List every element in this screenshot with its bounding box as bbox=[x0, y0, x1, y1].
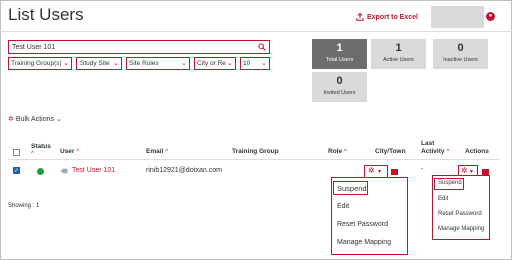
gear-icon: ✲ bbox=[8, 116, 14, 123]
page-title: List Users bbox=[8, 5, 84, 24]
stat-invited-users-label: Invited Users bbox=[323, 90, 356, 96]
stat-inactive-users-count: 0 bbox=[457, 42, 464, 54]
row-checkbox[interactable]: ✓ bbox=[13, 167, 20, 174]
user-profile-box[interactable] bbox=[431, 6, 484, 28]
role-actions-dropdown: Suspend Edit Reset Password Manage Mappi… bbox=[331, 177, 408, 255]
column-header-training-group: Training Group bbox=[232, 148, 279, 155]
column-header-last-activity[interactable]: Last Activity ^ bbox=[421, 140, 449, 156]
bulk-actions-label: Bulk Actions bbox=[15, 115, 55, 123]
menu-item-edit[interactable]: Edit bbox=[438, 196, 448, 202]
menu-item-suspend[interactable]: Suspend bbox=[337, 184, 367, 193]
site-roles-filter-value: Site Roles bbox=[129, 60, 159, 67]
stat-invited-users[interactable]: 0 Invited Users bbox=[312, 72, 367, 102]
chevron-down-icon[interactable]: ▾ bbox=[378, 168, 381, 175]
chevron-down-icon: ⌄ bbox=[63, 60, 69, 67]
sort-arrow-icon: ^ bbox=[446, 148, 450, 155]
chevron-down-icon: ⌄ bbox=[227, 60, 233, 67]
column-header-last-activity-line1: Last bbox=[421, 140, 435, 147]
chevron-down-icon: ⌄ bbox=[56, 116, 62, 123]
column-header-user[interactable]: User ^ bbox=[60, 148, 79, 155]
stat-total-users-count: 1 bbox=[336, 42, 343, 54]
column-header-city-town-label: City/Town bbox=[375, 148, 406, 155]
menu-item-reset-password[interactable]: Reset Password bbox=[337, 221, 388, 228]
stat-active-users-count: 1 bbox=[395, 42, 402, 54]
user-email: rinib12921@dotxan.com bbox=[146, 167, 222, 174]
stat-inactive-users[interactable]: 0 Inactive Users bbox=[433, 39, 488, 69]
stat-active-users[interactable]: 1 Active Users bbox=[371, 39, 426, 69]
export-to-excel-link[interactable]: Export to Excel bbox=[356, 13, 418, 21]
column-header-status-label: Status bbox=[31, 143, 51, 150]
user-last-activity: - bbox=[421, 166, 424, 173]
header-divider bbox=[0, 31, 512, 32]
stat-active-users-label: Active Users bbox=[383, 57, 414, 63]
user-type-icon bbox=[60, 168, 68, 174]
column-header-role-label: Role bbox=[328, 148, 343, 155]
gear-icon[interactable]: ✲ bbox=[461, 166, 468, 175]
training-group-filter[interactable]: Training Group(s) ⌄ bbox=[8, 57, 72, 70]
search-input[interactable] bbox=[9, 41, 249, 53]
search-icon[interactable] bbox=[258, 43, 266, 53]
user-menu-icon[interactable]: ● bbox=[486, 12, 495, 21]
select-all-checkbox[interactable] bbox=[13, 149, 20, 156]
menu-item-suspend[interactable]: Suspend bbox=[438, 180, 462, 186]
book-icon[interactable] bbox=[391, 169, 398, 175]
page-size-value: 10 bbox=[243, 60, 251, 67]
page-size-select[interactable]: 10 ⌄ bbox=[240, 57, 270, 70]
study-site-filter[interactable]: Study Site ⌄ bbox=[76, 57, 122, 70]
column-header-actions-label: Actions bbox=[465, 148, 489, 155]
user-name-link[interactable]: Test User 101 bbox=[72, 167, 115, 174]
chevron-down-icon: ⌄ bbox=[113, 60, 119, 67]
column-header-email-label: Email bbox=[146, 148, 164, 155]
column-header-role[interactable]: Role ^ bbox=[328, 148, 347, 155]
bulk-actions-menu[interactable]: ✲ Bulk Actions ⌄ bbox=[8, 115, 62, 124]
export-label: Export to Excel bbox=[367, 13, 418, 21]
column-header-last-activity-line2: Activity bbox=[421, 148, 445, 155]
column-header-actions: Actions bbox=[465, 148, 489, 155]
export-icon bbox=[356, 13, 364, 21]
stat-total-users-label: Total Users bbox=[325, 57, 354, 63]
column-header-user-label: User bbox=[60, 148, 75, 155]
column-header-email[interactable]: Email ^ bbox=[146, 148, 168, 155]
chevron-down-icon: ⌄ bbox=[261, 60, 267, 67]
column-header-status[interactable]: Status ^ bbox=[31, 143, 51, 157]
menu-item-manage-mapping[interactable]: Manage Mapping bbox=[438, 226, 484, 232]
column-header-training-group-label: Training Group bbox=[232, 148, 279, 155]
site-roles-filter[interactable]: Site Roles ⌄ bbox=[126, 57, 190, 70]
study-site-filter-value: Study Site bbox=[80, 60, 110, 67]
search-field[interactable] bbox=[8, 40, 270, 54]
stat-invited-users-count: 0 bbox=[336, 75, 343, 87]
results-count: Showing : 1 bbox=[8, 203, 40, 209]
sort-arrow-icon: ^ bbox=[76, 148, 80, 155]
menu-item-manage-mapping[interactable]: Manage Mapping bbox=[337, 239, 391, 246]
sort-arrow-icon: ^ bbox=[31, 150, 35, 157]
stat-total-users[interactable]: 1 Total Users bbox=[312, 39, 367, 69]
training-group-filter-value: Training Group(s) bbox=[11, 60, 62, 67]
actions-dropdown: Suspend Edit Reset Password Manage Mappi… bbox=[432, 175, 490, 240]
sort-arrow-icon: ^ bbox=[343, 148, 347, 155]
city-region-filter[interactable]: City or Re ⌄ bbox=[194, 57, 236, 70]
city-region-filter-value: City or Re bbox=[197, 60, 226, 67]
column-header-city-town: City/Town bbox=[375, 148, 406, 155]
stat-inactive-users-label: Inactive Users bbox=[443, 57, 478, 63]
sort-arrow-icon: ^ bbox=[165, 148, 169, 155]
status-active-indicator bbox=[37, 168, 44, 175]
menu-item-reset-password[interactable]: Reset Password bbox=[438, 211, 482, 217]
chevron-down-icon[interactable]: ▾ bbox=[470, 168, 473, 175]
menu-item-edit[interactable]: Edit bbox=[337, 203, 349, 210]
gear-icon[interactable]: ✲ bbox=[368, 166, 375, 175]
chevron-down-icon: ⌄ bbox=[181, 60, 187, 67]
table-header-divider bbox=[8, 159, 500, 160]
